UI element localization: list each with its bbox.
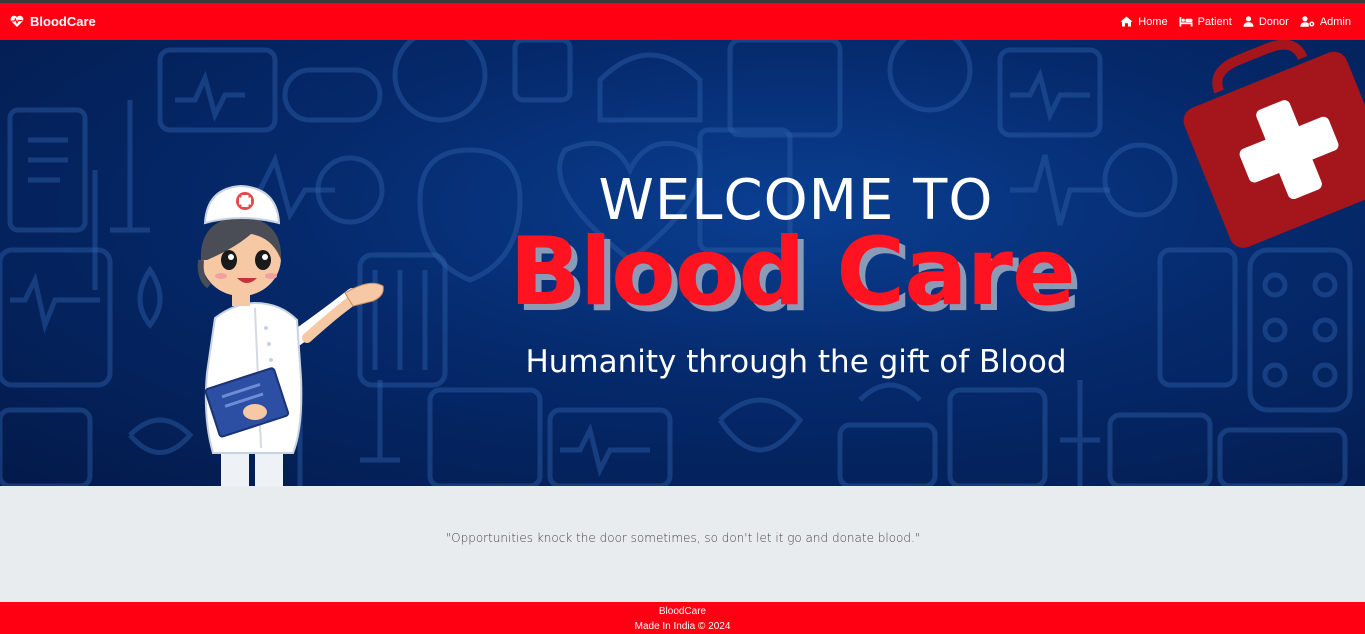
heart-pulse-icon [10, 15, 24, 27]
hero-title: Blood Care [509, 218, 1076, 327]
home-icon [1120, 16, 1133, 27]
nav-patient-label: Patient [1197, 15, 1232, 28]
nav-donor-label: Donor [1258, 15, 1289, 28]
nav-admin-label: Admin [1319, 15, 1351, 28]
nav-donor[interactable]: Donor [1243, 16, 1289, 28]
bed-icon [1179, 17, 1193, 27]
hero-tagline: Humanity through the gift of Blood [525, 344, 1067, 380]
footer: BloodCare Made In India © 2024 [0, 602, 1365, 634]
nurse-illustration [197, 184, 384, 486]
donation-quote: "Opportunities knock the door sometimes,… [445, 531, 921, 545]
footer-credit: Made In India © 2024 [634, 621, 731, 632]
nav-admin[interactable]: Admin [1300, 16, 1351, 28]
hero-banner: WELCOME TO Blood Care Humanity through t… [0, 40, 1365, 486]
nav-home[interactable]: Home [1120, 15, 1168, 28]
user-icon [1243, 16, 1254, 27]
footer-brand: BloodCare [658, 606, 707, 617]
medical-kit-icon [1183, 40, 1365, 248]
user-cog-icon [1300, 16, 1315, 27]
brand-link[interactable]: BloodCare [10, 14, 96, 29]
brand-label: BloodCare [30, 14, 96, 29]
navbar: BloodCare Home Patient Donor Admin [0, 3, 1365, 40]
nav-links: Home Patient Donor Admin [1109, 16, 1351, 28]
nav-home-label: Home [1138, 15, 1168, 28]
nav-patient[interactable]: Patient [1179, 16, 1232, 28]
quote-section: "Opportunities knock the door sometimes,… [0, 486, 1365, 602]
